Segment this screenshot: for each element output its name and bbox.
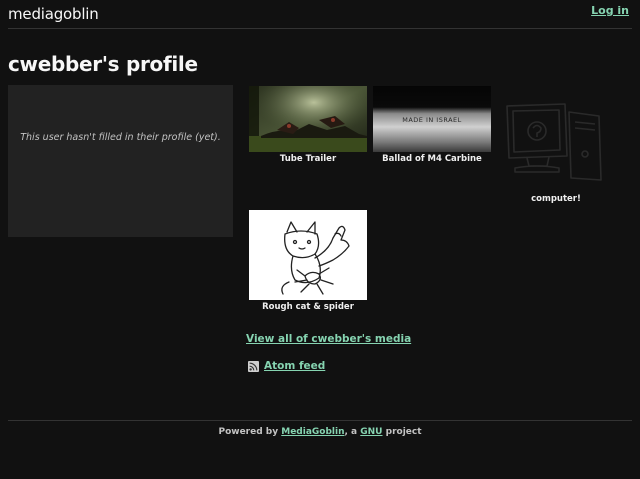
footer-text: Powered by MediaGoblin, a GNU project [8, 427, 632, 437]
media-caption[interactable]: Rough cat & spider [234, 302, 382, 312]
media-caption[interactable]: computer! [482, 194, 630, 204]
view-all-media-link[interactable]: View all of cwebber's media [246, 333, 411, 345]
media-item-computer[interactable]: computer! [497, 96, 615, 206]
ballad-thumbnail[interactable]: MADE IN ISRAEL [373, 86, 491, 152]
media-item-rough-cat-and-spider[interactable]: Rough cat & spider [249, 210, 367, 314]
page: mediagoblin Log in cwebber's profile Thi… [0, 0, 640, 479]
computer-thumbnail[interactable] [497, 96, 615, 186]
footer: Powered by MediaGoblin, a GNU project [8, 420, 632, 451]
mediagoblin-logo[interactable]: mediagoblin [8, 5, 99, 23]
media-caption[interactable]: Ballad of M4 Carbine [358, 154, 506, 164]
rough-cat-thumbnail[interactable] [249, 210, 367, 300]
footer-prefix: Powered by [218, 427, 282, 437]
atom-feed-link[interactable]: Atom feed [248, 359, 325, 373]
atom-feed-label[interactable]: Atom feed [264, 360, 325, 372]
login-link[interactable]: Log in [591, 4, 629, 17]
profile-empty-message: This user hasn't filled in their profile… [20, 132, 221, 143]
page-title: cwebber's profile [8, 52, 198, 76]
tube-trailer-thumbnail[interactable] [249, 86, 367, 152]
profile-box: This user hasn't filled in their profile… [8, 85, 233, 237]
header-bar: mediagoblin Log in [8, 0, 632, 29]
mediagoblin-link[interactable]: MediaGoblin [281, 427, 344, 437]
gnu-link[interactable]: GNU [360, 427, 382, 437]
footer-middle: , a [344, 427, 361, 437]
media-item-ballad-of-m4-carbine[interactable]: MADE IN ISRAEL Ballad of M4 Carbine [373, 86, 491, 166]
ballad-image-text: MADE IN ISRAEL [402, 116, 462, 124]
footer-suffix: project [382, 427, 422, 437]
rss-feed-icon[interactable] [248, 360, 259, 372]
media-item-tube-trailer[interactable]: Tube Trailer [249, 86, 367, 166]
